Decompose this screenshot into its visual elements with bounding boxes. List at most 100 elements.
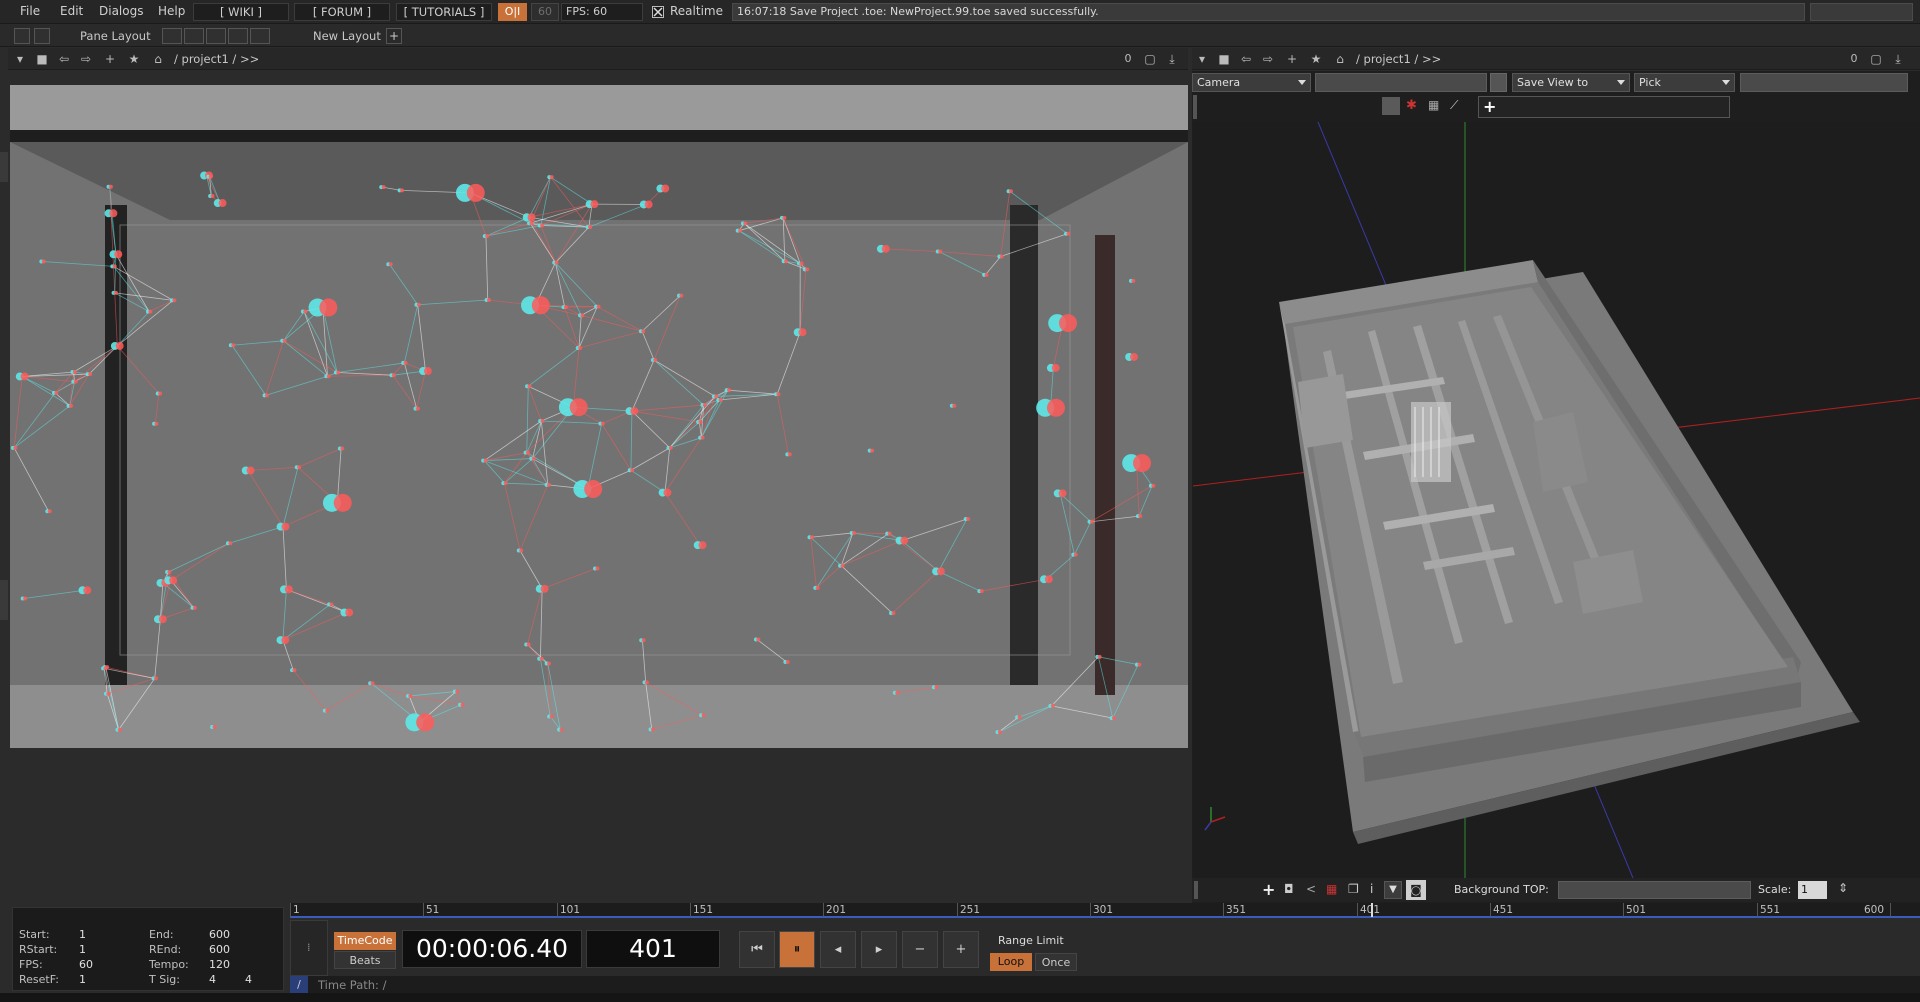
copy-icon[interactable]: ❐ [1348, 882, 1359, 896]
timecode-toggle[interactable]: TimeCode [334, 932, 396, 950]
grid-icon[interactable]: ▦ [1428, 98, 1439, 112]
tempo-value[interactable]: 120 [209, 958, 230, 971]
home-icon[interactable]: ⌂ [150, 51, 166, 67]
menu-help[interactable]: Help [158, 4, 185, 18]
left-scroll-handle[interactable] [1193, 95, 1197, 119]
add-icon[interactable]: + [1262, 880, 1275, 899]
status-extra-field [1810, 3, 1913, 21]
path-slash-icon[interactable]: / [290, 976, 308, 993]
beats-toggle[interactable]: Beats [334, 951, 396, 969]
info-icon[interactable]: i [1370, 882, 1373, 896]
menu-edit[interactable]: Edit [60, 4, 83, 18]
tsig-label: T Sig: [149, 973, 180, 986]
rewind-button[interactable]: ⏮ [739, 931, 775, 968]
pane-menu-icon[interactable]: ▾ [1194, 51, 1210, 67]
download-icon[interactable]: ⤓ [1164, 51, 1180, 67]
layout-triple-icon[interactable] [250, 28, 270, 44]
tick-line [823, 903, 824, 917]
color-swatch[interactable] [1382, 97, 1400, 115]
scale-label: Scale: [1758, 883, 1792, 896]
left-edge-handle[interactable] [0, 152, 8, 182]
menu-file[interactable]: File [20, 4, 40, 18]
resetf-value[interactable]: 1 [79, 973, 86, 986]
step-forward-button[interactable]: ▸ [861, 931, 897, 968]
layout-split-h-icon[interactable] [206, 28, 226, 44]
fps-value[interactable]: 60 [79, 958, 93, 971]
camera-icon[interactable]: ◘ [1284, 882, 1294, 896]
snapshot-icon[interactable]: ◙ [1406, 880, 1426, 900]
tutorials-button[interactable]: [ TUTORIALS ] [396, 3, 492, 21]
menu-bar: File Edit Dialogs Help [ WIKI ] [ FORUM … [0, 0, 1920, 24]
anaglyph-viewer[interactable] [10, 85, 1188, 748]
stop-icon[interactable]: ■ [1216, 51, 1232, 67]
timeline-ruler[interactable]: 151101151201251301351401451501551600 [290, 903, 1920, 918]
minus-button[interactable]: − [902, 931, 938, 968]
forward-icon[interactable]: ⇨ [1260, 51, 1276, 67]
geometry-viewport[interactable] [1193, 122, 1920, 878]
left-edge-handle-2[interactable] [0, 580, 8, 620]
transport-side-handle[interactable]: ⁞ [290, 920, 328, 976]
timecode-display[interactable]: 00:00:06.40 [402, 930, 582, 968]
menu-dialogs[interactable]: Dialogs [99, 4, 143, 18]
grid-icon[interactable]: ▦ [1326, 882, 1337, 896]
tsig-value-b[interactable]: 4 [245, 973, 252, 986]
maximize-icon[interactable]: ▢ [1142, 51, 1158, 67]
maximize-icon[interactable]: ▢ [1868, 51, 1884, 67]
wand-icon[interactable]: ⟋ [1450, 98, 1458, 113]
rend-value[interactable]: 600 [209, 943, 230, 956]
new-layout-label[interactable]: New Layout [313, 29, 381, 43]
layout-split-v-icon[interactable] [184, 28, 204, 44]
bug-icon[interactable]: ✱ [1406, 98, 1417, 113]
stop-icon[interactable]: ■ [34, 51, 50, 67]
wiki-button[interactable]: [ WIKI ] [193, 3, 289, 21]
star-icon[interactable]: ★ [126, 51, 142, 67]
pane-image-icon[interactable] [14, 28, 30, 44]
camera-path-field[interactable] [1315, 73, 1487, 92]
pick-field[interactable] [1740, 73, 1908, 92]
plus-button[interactable]: + [943, 931, 979, 968]
add-icon[interactable]: + [1284, 51, 1300, 67]
pane-menu-icon[interactable]: ▾ [12, 51, 28, 67]
rend-label: REnd: [149, 943, 182, 956]
left-scroll-handle[interactable] [1194, 881, 1198, 899]
tsig-value-a[interactable]: 4 [209, 973, 216, 986]
home-icon[interactable]: ⌂ [1332, 51, 1348, 67]
scale-slider-icon[interactable]: ⇕ [1838, 881, 1848, 895]
realtime-checkbox[interactable] [652, 6, 664, 18]
add-layout-icon[interactable]: + [386, 28, 402, 44]
forum-button[interactable]: [ FORUM ] [294, 3, 390, 21]
pick-dropdown[interactable]: Pick [1634, 73, 1735, 92]
loop-toggle[interactable]: Loop [990, 953, 1032, 971]
forward-icon[interactable]: ⇨ [78, 51, 94, 67]
tool-field[interactable]: + [1478, 96, 1730, 118]
frame-display[interactable]: 401 [586, 930, 720, 968]
scale-field[interactable]: 1 [1798, 881, 1827, 899]
once-toggle[interactable]: Once [1035, 953, 1077, 971]
add-icon[interactable]: + [1483, 97, 1496, 116]
back-icon[interactable]: ⇦ [1238, 51, 1254, 67]
back-icon[interactable]: ⇦ [56, 51, 72, 67]
oi-toggle-button[interactable]: O|I [498, 3, 527, 21]
save-view-dropdown[interactable]: Save View to [1512, 73, 1630, 92]
fps-limit-button[interactable]: 60 [531, 3, 559, 21]
step-back-button[interactable]: ◂ [820, 931, 856, 968]
camera-dropdown[interactable]: Camera [1192, 73, 1311, 92]
right-path[interactable]: / project1 / >> [1356, 52, 1441, 66]
playhead[interactable] [1371, 903, 1373, 917]
add-icon[interactable]: + [102, 51, 118, 67]
pencil-icon[interactable] [1490, 73, 1507, 92]
pause-button[interactable]: ⏸ [779, 931, 815, 968]
layout-quad-icon[interactable] [228, 28, 248, 44]
tick-label: 251 [960, 904, 981, 916]
download-icon[interactable]: ⤓ [1890, 51, 1906, 67]
chevron-down-icon[interactable]: ▼ [1384, 881, 1402, 899]
start-value[interactable]: 1 [79, 928, 86, 941]
pane-network-icon[interactable] [34, 28, 50, 44]
end-value[interactable]: 600 [209, 928, 230, 941]
left-path[interactable]: / project1 / >> [174, 52, 259, 66]
share-icon[interactable]: < [1306, 882, 1316, 896]
background-top-field[interactable] [1558, 881, 1751, 899]
rstart-value[interactable]: 1 [79, 943, 86, 956]
layout-single-icon[interactable] [162, 28, 182, 44]
star-icon[interactable]: ★ [1308, 51, 1324, 67]
